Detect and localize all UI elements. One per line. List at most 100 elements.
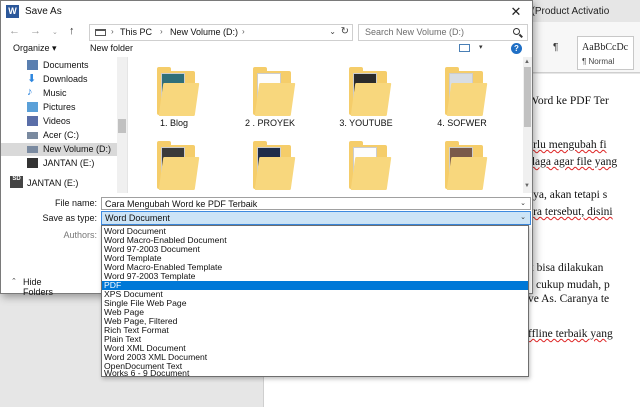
doc-line: a cukup mudah, p [528, 279, 610, 291]
breadcrumb-new-volume[interactable]: New Volume (D:) [170, 27, 238, 37]
breadcrumb-separator-icon[interactable]: › [111, 27, 114, 36]
pictures-icon [27, 102, 38, 112]
folder-icon [254, 83, 296, 116]
type-option-works-6-9-document[interactable]: Works 6 - 9 Document [102, 369, 528, 378]
doc-line: aya, akan tetapi s [528, 189, 608, 201]
doc-line: ffline terbaik yang [528, 328, 613, 340]
computer-icon [95, 29, 106, 36]
folder-icon [446, 83, 488, 116]
breadcrumb-separator-icon[interactable]: › [160, 27, 163, 36]
type-option-rich-text-format[interactable]: Rich Text Format [102, 326, 528, 335]
save-as-type-options: Word Document Word Macro-Enabled Documen… [101, 225, 529, 377]
folder-blog[interactable]: 1. Blog [131, 61, 219, 131]
nav-scrollbar-thumb[interactable] [118, 119, 126, 133]
downloads-icon: ⬇ [27, 73, 37, 85]
doc-line: ara tersebut, disini [528, 206, 613, 218]
drive-c-icon [27, 132, 38, 139]
nav-scrollbar[interactable] [117, 57, 127, 193]
folder-icon [158, 157, 200, 190]
file-name-input[interactable] [105, 199, 505, 209]
navigation-bar: ← → ⌄ ↑ › This PC › New Volume (D:) › ⌄ … [1, 23, 532, 43]
nav-item-downloads[interactable]: ⬇ Downloads [17, 73, 127, 86]
address-bar[interactable]: › This PC › New Volume (D:) › ⌄ ↻ [89, 24, 353, 41]
dialog-title: Save As [25, 6, 62, 17]
back-arrow-icon[interactable]: ← [9, 25, 20, 37]
paragraph-mark-icon[interactable]: ¶ [553, 42, 558, 53]
nav-item-jantan-e[interactable]: JANTAN (E:) [17, 157, 127, 170]
nav-item-pictures[interactable]: Pictures [17, 101, 127, 114]
folder-youtube[interactable]: 3. YOUTUBE [321, 61, 411, 131]
save-as-type-value: Word Document [105, 213, 170, 223]
doc-line: Word ke PDF Ter [528, 95, 609, 107]
videos-icon [27, 116, 38, 126]
search-icon[interactable] [513, 28, 520, 35]
documents-icon [27, 60, 38, 70]
address-dropdown-icon[interactable]: ⌄ [329, 27, 336, 36]
type-option-single-file-web-page[interactable]: Single File Web Page [102, 299, 528, 308]
doc-line: k bisa dilakukan [528, 262, 604, 274]
folder-icon [446, 157, 488, 190]
breadcrumb-this-pc[interactable]: This PC [120, 27, 152, 37]
doc-line: erlu mengubah fi [528, 139, 607, 151]
sd-card-icon: SD [10, 176, 23, 188]
scroll-down-icon[interactable]: ▼ [524, 183, 530, 189]
file-list-scrollbar-thumb[interactable] [524, 67, 531, 127]
refresh-icon[interactable]: ↻ [341, 26, 349, 37]
file-list: 1. Blog 2 . PROYEK 3. YOUTUBE 4. SOFWER [131, 57, 521, 193]
chevron-up-icon: ⌃ [11, 278, 17, 285]
folder-proyek[interactable]: 2 . PROYEK [225, 61, 315, 131]
folder-item[interactable] [321, 135, 411, 193]
file-name-label: File name: [54, 198, 97, 208]
drive-d-icon [27, 146, 38, 153]
folder-item[interactable] [417, 135, 507, 193]
folder-icon [350, 157, 392, 190]
search-input[interactable] [365, 27, 505, 37]
folder-item[interactable] [225, 135, 315, 193]
nav-item-music[interactable]: ♪ Music [17, 86, 127, 100]
type-option-word-97-2003-document[interactable]: Word 97-2003 Document [102, 245, 528, 254]
word-app-icon: W [6, 5, 19, 18]
sd-card-icon [27, 158, 38, 168]
style-normal[interactable]: AaBbCcDc ¶ Normal [577, 36, 634, 70]
scroll-up-icon[interactable]: ▲ [524, 59, 530, 65]
new-folder-button[interactable]: New folder [90, 43, 133, 53]
doc-line: ve As. Caranya te [528, 293, 610, 305]
save-as-type-select[interactable]: Word Document ⌄ [101, 211, 531, 225]
folder-sofwer[interactable]: 4. SOFWER [417, 61, 507, 131]
folder-icon [350, 83, 392, 116]
command-bar: Organize ▾ New folder ▾ ? [1, 43, 532, 55]
nav-item-new-volume-d[interactable]: New Volume (D:) [1, 143, 119, 156]
style-name: ¶ Normal [582, 57, 615, 66]
style-preview: AaBbCcDc [582, 42, 629, 53]
folder-icon [158, 83, 200, 116]
nav-item-jantan-e-root[interactable]: SD JANTAN (E:) [1, 175, 121, 190]
nav-item-documents[interactable]: Documents [17, 59, 127, 72]
folder-item[interactable] [131, 135, 219, 193]
music-icon: ♪ [27, 86, 33, 98]
dialog-titlebar[interactable]: W Save As ✕ [1, 1, 532, 23]
breadcrumb-separator-icon[interactable]: › [242, 27, 245, 36]
up-arrow-icon[interactable]: ↑ [69, 25, 75, 37]
help-button[interactable]: ? [511, 43, 522, 54]
nav-item-acer-c[interactable]: Acer (C:) [17, 129, 127, 142]
pane-divider[interactable] [127, 57, 128, 193]
folder-icon [254, 157, 296, 190]
file-name-dropdown-icon[interactable]: ⌄ [520, 199, 526, 207]
organize-button[interactable]: Organize ▾ [13, 43, 57, 54]
view-dropdown-icon[interactable]: ▾ [479, 43, 483, 51]
navigation-pane: Documents ⬇ Downloads ♪ Music Pictures V… [1, 57, 127, 193]
recent-locations-chevron-icon[interactable]: ⌄ [52, 28, 58, 36]
save-as-type-dropdown-icon[interactable]: ⌄ [520, 213, 526, 221]
save-as-type-label: Save as type: [42, 213, 97, 223]
file-list-scrollbar[interactable]: ▲ ▼ [523, 57, 532, 193]
search-box[interactable] [358, 24, 528, 41]
file-name-field[interactable]: ⌄ [101, 197, 531, 210]
close-button[interactable]: ✕ [508, 4, 524, 20]
type-option-word-97-2003-template[interactable]: Word 97-2003 Template [102, 272, 528, 281]
type-option-pdf[interactable]: PDF [102, 281, 528, 290]
doc-line: rlaga agar file yang [528, 156, 618, 168]
change-view-icon[interactable] [459, 44, 470, 52]
nav-item-videos[interactable]: Videos [17, 115, 127, 128]
authors-label: Authors: [63, 230, 97, 240]
forward-arrow-icon[interactable]: → [30, 25, 41, 37]
